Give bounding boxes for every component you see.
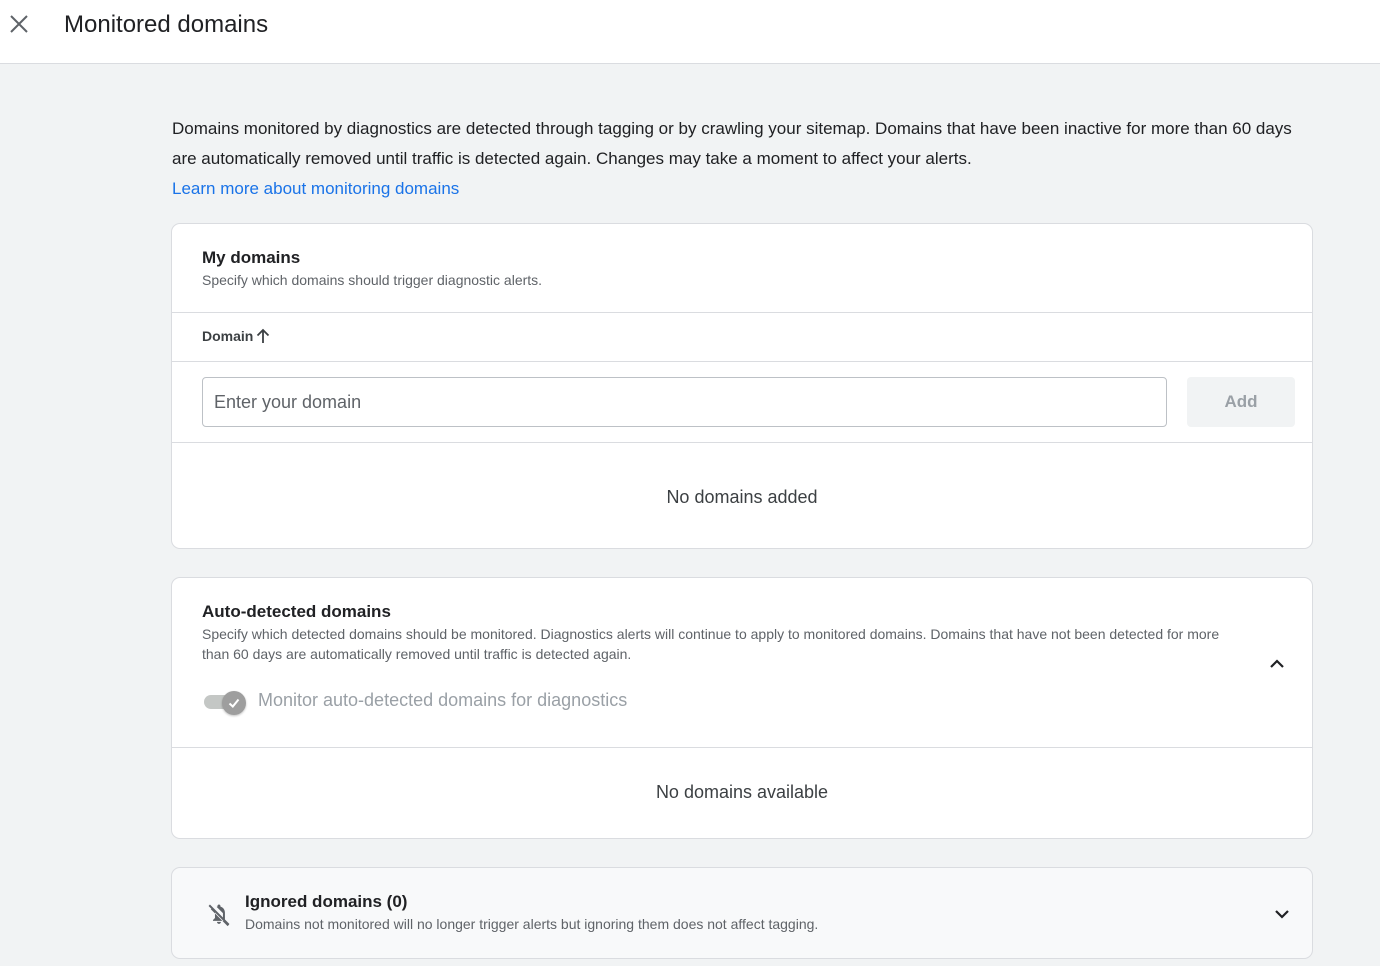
monitor-toggle[interactable] (202, 690, 246, 715)
divider (172, 312, 1312, 313)
arrow-up-icon (257, 328, 270, 343)
monitor-toggle-row: Monitor auto-detected domains for diagno… (202, 690, 628, 715)
divider (172, 361, 1312, 362)
notifications-off-icon (208, 904, 230, 927)
my-domains-subtitle: Specify which domains should trigger dia… (202, 272, 543, 288)
learn-more-link[interactable]: Learn more about monitoring domains (172, 174, 459, 204)
collapse-button[interactable] (1265, 652, 1289, 676)
divider (172, 747, 1312, 748)
my-domains-title: My domains (202, 248, 301, 267)
my-domains-empty-message: No domains added (666, 487, 818, 507)
intro-text: Domains monitored by diagnostics are det… (172, 119, 1292, 168)
monitor-toggle-label: Monitor auto-detected domains for diagno… (258, 690, 628, 710)
auto-detected-subtitle: Specify which detected domains should be… (202, 626, 1220, 662)
chevron-down-icon (1275, 910, 1289, 919)
ignored-domains-title: Ignored domains (0) (245, 892, 408, 911)
my-domains-card: My domains Specify which domains should … (171, 223, 1313, 549)
domain-column-header[interactable]: Domain (202, 328, 270, 344)
domain-input[interactable] (202, 377, 1167, 427)
auto-detected-card: Auto-detected domains Specify which dete… (171, 577, 1313, 839)
expand-button[interactable] (1270, 902, 1294, 926)
domain-column-label: Domain (202, 328, 254, 344)
chevron-up-icon (1270, 659, 1284, 668)
close-button[interactable] (4, 9, 34, 39)
ignored-domains-card[interactable]: Ignored domains (0) Domains not monitore… (171, 867, 1313, 959)
page-title: Monitored domains (64, 11, 269, 38)
auto-detected-empty-message: No domains available (655, 782, 829, 802)
intro-section: Domains monitored by diagnostics are det… (172, 114, 1302, 204)
auto-detected-title: Auto-detected domains (202, 602, 391, 621)
top-bar: Monitored domains (0, 0, 1380, 64)
close-icon (10, 15, 28, 33)
add-button[interactable]: Add (1187, 377, 1295, 427)
check-icon (228, 698, 240, 708)
divider (172, 442, 1312, 443)
ignored-domains-subtitle: Domains not monitored will no longer tri… (245, 916, 819, 932)
